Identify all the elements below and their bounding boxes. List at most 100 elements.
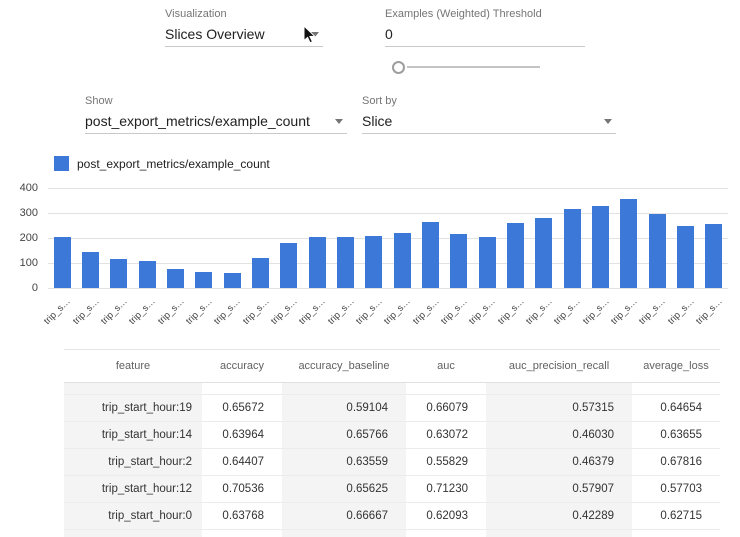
metric-cell: 0.63964 [202,421,282,449]
y-axis: 400 300 200 100 0 [2,181,38,301]
metric-cell: 0.46379 [486,448,632,476]
metric-cell: 0.71230 [406,475,486,503]
bar[interactable] [705,224,723,288]
bar[interactable] [166,269,184,288]
column-header[interactable]: auc_precision_recall [486,349,632,383]
bar[interactable] [450,234,468,288]
column-header[interactable]: feature [64,349,202,383]
bar[interactable] [195,271,213,288]
threshold-slider[interactable] [392,60,540,74]
bar-chart-bars [48,188,728,288]
metric-cell: 0.66079 [406,394,486,422]
table-row[interactable]: trip_start_hour:230.660160.648440.583370… [64,529,720,537]
bar-slot [671,188,699,288]
y-tick-label: 0 [31,282,38,294]
bar[interactable] [591,205,609,288]
metric-cell: 0.57315 [486,394,632,422]
feature-cell: trip_start_hour:23 [64,529,202,537]
show-value: post_export_metrics/example_count [85,113,310,129]
legend-label: post_export_metrics/example_count [77,156,270,171]
bar[interactable] [478,236,496,288]
bar[interactable] [81,251,99,288]
feature-cell: trip_start_hour:14 [64,421,202,449]
bar-slot [501,188,529,288]
bar-slot [586,188,614,288]
table-row[interactable]: trip_start_hour:2 0.64407 0.63559 0.55829 0.… [64,448,720,476]
metric-cell: 0.57907 [486,475,632,503]
table-row[interactable]: trip_start_hour:12 0.70536 0.65625 0.71230 0… [64,475,720,503]
bar[interactable] [535,218,553,288]
table-cell [64,382,202,395]
table-cell [632,382,720,395]
bar-chart [48,188,728,289]
bar-slot [700,188,728,288]
bar[interactable] [393,233,411,288]
metric-cell: 0.70536 [202,475,282,503]
table-cell [282,382,406,395]
column-header[interactable]: accuracy [202,349,282,383]
bar[interactable] [251,258,269,288]
bar[interactable] [365,235,383,288]
slicing-metrics-browser: Visualization Slices Overview Examples (… [0,0,740,537]
bar-slot [48,188,76,288]
metric-cell: 0.44173 [486,529,632,537]
metric-cell: 0.64844 [282,529,406,537]
bar[interactable] [563,209,581,288]
bar[interactable] [53,236,71,288]
metric-cell: 0.55829 [406,448,486,476]
threshold-value: 0 [385,26,393,42]
bar[interactable] [421,221,439,288]
column-header[interactable]: auc [406,349,486,383]
bar[interactable] [280,243,298,288]
y-tick-label: 200 [19,232,38,244]
bar-slot [530,188,558,288]
bar[interactable] [138,260,156,288]
column-header[interactable]: average_loss [632,349,720,383]
table-spacer-row [64,382,720,395]
metric-cell: 0.66667 [282,502,406,530]
metric-cell: 0.62715 [632,502,720,530]
metric-cell: 0.65625 [282,475,406,503]
table-cell [406,382,486,395]
threshold-input[interactable]: 0 [385,22,585,47]
bar[interactable] [223,273,241,288]
visualization-value: Slices Overview [165,26,265,42]
bar-slot [133,188,161,288]
y-tick-label: 100 [19,257,38,269]
show-label: Show [85,95,113,107]
x-axis-labels: trip_s… trip_s… trip_s… trip_s… trip_s… trip_… [42,292,728,340]
metric-cell: 0.42289 [486,502,632,530]
bar-slot [76,188,104,288]
y-tick-label: 300 [19,207,38,219]
visualization-select[interactable]: Slices Overview [165,22,323,47]
bar-slot [303,188,331,288]
table-cell [486,382,632,395]
slider-knob[interactable] [392,61,405,74]
metric-cell: 0.67816 [632,448,720,476]
table-row[interactable]: trip_start_hour:0 0.63768 0.66667 0.62093 0.… [64,502,720,530]
bar-slot [360,188,388,288]
column-header[interactable]: accuracy_baseline [282,349,406,383]
bar-slot [416,188,444,288]
bar[interactable] [676,225,694,288]
bar[interactable] [620,199,638,288]
bar-slot [643,188,671,288]
threshold-label: Examples (Weighted) Threshold [385,8,542,20]
metric-cell: 0.66016 [202,529,282,537]
bar-slot [388,188,416,288]
feature-cell: trip_start_hour:12 [64,475,202,503]
show-select[interactable]: post_export_metrics/example_count [85,109,347,134]
bar-slot [445,188,473,288]
y-tick-label: 400 [19,182,38,194]
bar-slot [615,188,643,288]
bar[interactable] [336,236,354,288]
bar[interactable] [506,223,524,288]
bar[interactable] [308,236,326,288]
sort-by-value: Slice [362,113,393,129]
metric-cell: 0.62093 [406,502,486,530]
table-row[interactable]: trip_start_hour:14 0.63964 0.65766 0.63072 0… [64,421,720,449]
sort-by-select[interactable]: Slice [362,109,616,134]
table-row[interactable]: trip_start_hour:19 0.65672 0.59104 0.66079 0… [64,394,720,422]
bar[interactable] [110,259,128,288]
bar[interactable] [648,214,666,288]
